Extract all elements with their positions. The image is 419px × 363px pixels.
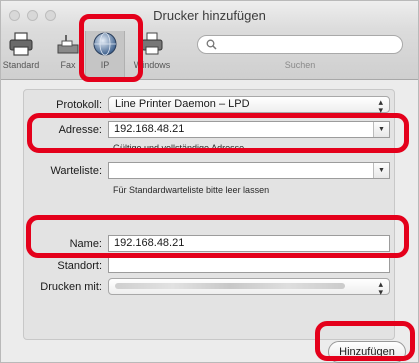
name-value: 192.168.48.21: [114, 237, 185, 249]
location-label: Standort:: [57, 260, 102, 272]
add-button[interactable]: Hinzufügen: [328, 341, 406, 363]
queue-label: Warteliste:: [50, 165, 102, 177]
popup-arrows-icon: ▴ ▾: [378, 279, 383, 297]
toolbar-label-standard: Standard: [2, 60, 40, 70]
toolbar-button-windows[interactable]: Windows: [129, 31, 175, 77]
name-label: Name:: [69, 238, 102, 250]
search-field[interactable]: [197, 35, 403, 54]
toolbar-label-ip: IP: [100, 60, 110, 70]
windows-printer-icon: [141, 32, 163, 55]
protocol-value: Line Printer Daemon – LPD: [115, 98, 250, 110]
protocol-label: Protokoll:: [56, 99, 102, 111]
content-area: Protokoll: Line Printer Daemon – LPD ▴ ▾ …: [11, 85, 409, 349]
protocol-popup[interactable]: Line Printer Daemon – LPD ▴ ▾: [108, 96, 390, 115]
print-with-popup[interactable]: ▴ ▾: [108, 278, 390, 297]
window-title: Drucker hinzufügen: [153, 8, 266, 23]
toolbar: Standard Fax IP Windows Suchen: [1, 29, 418, 80]
address-hint: Gültige und vollständige Adresse: [113, 143, 245, 153]
toolbar-button-ip[interactable]: IP: [85, 31, 125, 77]
driver-name-redacted: [115, 283, 345, 289]
name-field[interactable]: 192.168.48.21: [108, 235, 390, 252]
address-combobox[interactable]: 192.168.48.21 ▼: [108, 121, 390, 138]
address-label: Adresse:: [58, 124, 102, 136]
toolbar-label-windows: Windows: [133, 60, 171, 70]
search-icon: [206, 39, 217, 50]
queue-combobox[interactable]: ▼: [108, 162, 390, 179]
fax-icon: [57, 35, 79, 54]
search-label: Suchen: [284, 60, 316, 70]
printer-settings-group: Protokoll: Line Printer Daemon – LPD ▴ ▾ …: [23, 89, 395, 340]
address-dropdown-arrow-icon[interactable]: ▼: [373, 122, 389, 137]
printer-icon: [9, 32, 33, 56]
toolbar-label-fax: Fax: [60, 60, 76, 70]
toolbar-button-standard[interactable]: Standard: [1, 31, 41, 77]
print-with-label: Drucken mit:: [40, 281, 102, 293]
queue-hint: Für Standardwarteliste bitte leer lassen: [113, 185, 270, 195]
location-field[interactable]: [108, 257, 390, 273]
address-value: 192.168.48.21: [114, 123, 185, 135]
add-printer-window: Drucker hinzufügen Standard Fax IP Windo…: [0, 0, 419, 363]
title-bar: Drucker hinzufügen: [1, 1, 418, 29]
queue-dropdown-arrow-icon[interactable]: ▼: [373, 163, 389, 178]
popup-arrows-icon: ▴ ▾: [378, 97, 383, 115]
toolbar-button-fax[interactable]: Fax: [53, 31, 83, 77]
globe-icon: [93, 32, 117, 56]
